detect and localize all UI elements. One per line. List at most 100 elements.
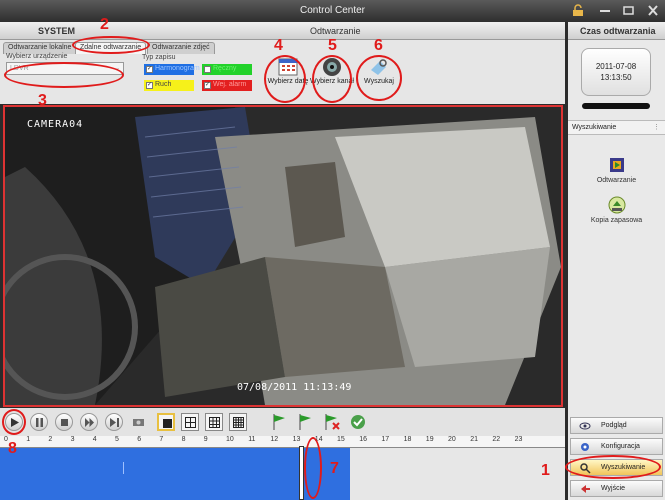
gear-icon: [581, 443, 589, 451]
annotation-3: 3: [38, 92, 47, 109]
checkbox[interactable]: ✓: [146, 82, 153, 89]
backup-icon: [608, 196, 625, 214]
window-title: Control Center: [299, 5, 366, 16]
pause-button[interactable]: [30, 413, 48, 431]
more-icon[interactable]: ⋮: [653, 123, 660, 131]
camera-label: CAMERA04: [27, 119, 84, 130]
annotation-ellipse-date: [264, 55, 306, 103]
timeline-hour-label: 4: [92, 436, 97, 443]
clock-date: 2011-07-08: [595, 62, 637, 71]
timeline-hour-label: 8: [181, 436, 186, 443]
search-section-header: Wyszukiwanie ⋮: [568, 120, 665, 135]
restore-icon[interactable]: [622, 4, 636, 17]
timeline-hour-label: 17: [381, 436, 390, 443]
timeline-hour-label: 6: [137, 436, 142, 443]
layout-9-button[interactable]: [205, 413, 223, 431]
pause-icon: [36, 418, 43, 427]
sixteen-view-icon: [233, 417, 244, 428]
timeline-hour-label: 23: [514, 436, 523, 443]
checkbox[interactable]: [204, 66, 211, 73]
menu-config-button[interactable]: Konfiguracja: [570, 438, 663, 455]
flag-start-icon: [273, 414, 285, 430]
timeline-hour-label: 9: [203, 436, 208, 443]
annotation-ellipse-play: [2, 409, 26, 435]
next-frame-icon: [110, 418, 119, 427]
annotation-ellipse-cursor: [304, 437, 322, 499]
lock-icon[interactable]: [571, 4, 585, 17]
clip-end-button[interactable]: [296, 412, 316, 432]
playback-header: Odtwarzanie: [150, 22, 565, 40]
flag-cancel-icon: [325, 414, 340, 430]
annotation-ellipse-device: [4, 62, 124, 88]
flag-end-icon: [299, 414, 311, 430]
eye-icon: [579, 422, 591, 430]
layout-4-button[interactable]: [181, 413, 199, 431]
timeline-hour-label: 10: [226, 436, 234, 443]
annotation-ellipse-search-menu: [565, 455, 661, 479]
timeline-hour-label: 11: [248, 436, 256, 443]
snapshot-button[interactable]: [130, 413, 148, 431]
save-clip-icon: [351, 415, 365, 429]
layout-16-button[interactable]: [229, 413, 247, 431]
next-frame-button[interactable]: [105, 413, 123, 431]
timeline-hour-label: 1: [26, 436, 31, 443]
minimize-icon[interactable]: [598, 4, 612, 17]
camera-icon: [133, 419, 144, 426]
timeline-hour-label: 12: [270, 436, 279, 443]
quad-view-icon: [185, 417, 196, 428]
nine-view-icon: [209, 417, 220, 428]
annotation-6: 6: [374, 37, 383, 54]
record-type-group: Typ zapisu ✓ Harmonogram Ręczny ✓ Ruch ✓ We…: [142, 54, 260, 94]
record-type-motion[interactable]: ✓ Ruch: [144, 80, 194, 91]
record-type-schedule[interactable]: ✓ Harmonogram: [144, 64, 200, 75]
timeline-hour-label: 19: [425, 436, 434, 443]
record-type-label: Typ zapisu: [142, 54, 176, 61]
timeline-hour-label: 22: [492, 436, 501, 443]
device-label: Wybierz urządzenie: [6, 53, 68, 60]
annotation-ellipse-channel: [312, 55, 352, 103]
single-view-icon: [163, 419, 172, 428]
timeline-hour-label: 5: [115, 436, 119, 443]
annotation-1: 1: [541, 462, 550, 479]
timeline-hour-label: 2: [48, 436, 53, 443]
stop-button[interactable]: [55, 413, 73, 431]
record-type-manual[interactable]: Ręczny: [202, 64, 252, 75]
video-timestamp: 07/08/2011 11:13:49: [237, 382, 352, 393]
fast-forward-icon: [85, 418, 94, 427]
layout-1-button[interactable]: [157, 413, 175, 431]
camera-frame: [5, 107, 561, 405]
timeline-hour-label: 15: [337, 436, 345, 443]
annotation-ellipse-remote-tab: [72, 36, 150, 54]
film-icon: [609, 158, 624, 172]
clip-start-button[interactable]: [270, 412, 290, 432]
annotation-ellipse-search: [356, 55, 402, 101]
timeline-hour-label: 7: [159, 436, 164, 443]
playback-toolbar: [0, 408, 565, 436]
checkbox[interactable]: ✓: [146, 66, 153, 73]
timeline-hour-label: 3: [70, 436, 75, 443]
annotation-2: 2: [100, 16, 109, 33]
fast-forward-button[interactable]: [80, 413, 98, 431]
clip-save-button[interactable]: [348, 412, 368, 432]
annotation-4: 4: [274, 37, 283, 54]
checkbox[interactable]: ✓: [204, 82, 211, 89]
playback-item[interactable]: Odtwarzanie: [568, 155, 665, 184]
timeline-hour-label: 20: [448, 436, 456, 443]
menu-exit-button[interactable]: Wyjście: [570, 480, 663, 497]
clock-separator: [582, 103, 650, 109]
playback-clock: 2011-07-08 13:13:50: [581, 48, 651, 96]
record-type-alarm[interactable]: ✓ Wej. alarm: [202, 80, 252, 91]
timeline-ruler: 0 1 2 3 4 5 6 7 8 9 10 11 12 13 14 15 16 17 18 19 20 21 22 23: [0, 436, 565, 448]
clip-cancel-button[interactable]: [322, 412, 342, 432]
timeline-hour-label: 16: [359, 436, 367, 443]
close-icon[interactable]: [646, 4, 660, 17]
timeline-hour-label: 21: [470, 436, 478, 443]
video-player[interactable]: CAMERA04 07/08/2011 11:13:49: [3, 105, 563, 407]
tab-image-playback[interactable]: Odtwarzanie zdjęć: [147, 42, 215, 54]
segment-marker: [123, 462, 124, 474]
timeline[interactable]: [0, 446, 565, 500]
backup-item[interactable]: Kopia zapasowa: [568, 195, 665, 224]
annotation-8: 8: [8, 440, 17, 457]
recorded-segment: [0, 448, 351, 500]
menu-preview-button[interactable]: Podgląd: [570, 417, 663, 434]
